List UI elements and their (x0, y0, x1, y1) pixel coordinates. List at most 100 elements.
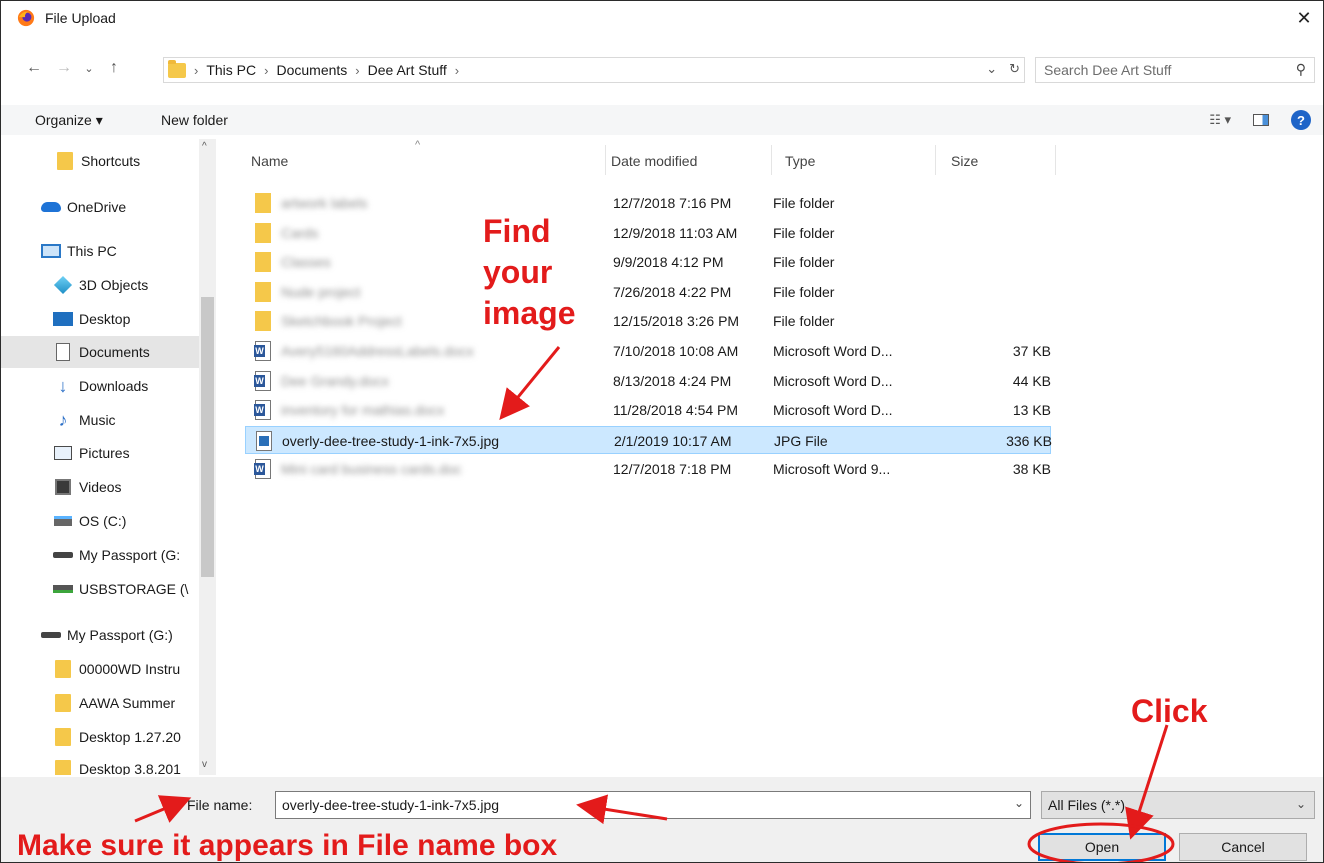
date-modified-cell: 2/1/2019 10:17 AM (614, 432, 732, 449)
nav-item-folder[interactable]: AAWA Summer (1, 687, 199, 719)
nav-item-folder[interactable]: Desktop 1.27.20 (1, 721, 199, 753)
blurred-file-name: Classes (281, 254, 331, 271)
column-divider[interactable] (1055, 145, 1056, 175)
blurred-file-name: Sketchbook Project (281, 313, 402, 330)
annotation-make-sure: Make sure it appears in File name box (17, 829, 558, 862)
blurred-file-name: Mini card business cards.doc (281, 461, 462, 478)
view-options-icon[interactable]: ☷ ▾ (1209, 112, 1231, 128)
nav-item-videos[interactable]: Videos (1, 471, 199, 503)
nav-item-downloads[interactable]: ↓ Downloads (1, 370, 199, 402)
column-header-size[interactable]: Size (951, 153, 978, 169)
date-modified-cell: 7/10/2018 10:08 AM (613, 343, 739, 359)
close-icon[interactable]: ✕ (1291, 5, 1317, 31)
title-bar: File Upload ✕ (1, 1, 1323, 35)
file-name-cell: Mini card business cards.doc (281, 461, 462, 477)
scrollbar-thumb[interactable] (201, 297, 214, 577)
nav-item-folder[interactable]: 00000WD Instru (1, 653, 199, 685)
nav-item-usbstorage[interactable]: USBSTORAGE (\ (1, 573, 199, 605)
file-row[interactable]: Avery5160AddressLabels.docx 7/10/2018 10:… (245, 337, 1051, 365)
nav-item-onedrive[interactable]: OneDrive (1, 191, 199, 223)
folder-icon (255, 193, 271, 213)
breadcrumb-documents[interactable]: Documents (276, 62, 347, 78)
file-row[interactable]: Cards 12/9/2018 11:03 AM File folder (245, 219, 1051, 247)
address-bar[interactable]: › This PC › Documents › Dee Art Stuff › … (163, 57, 1025, 83)
column-header-type[interactable]: Type (785, 153, 815, 169)
help-icon[interactable]: ? (1291, 110, 1311, 130)
nav-item-this-pc[interactable]: This PC (1, 235, 199, 267)
chevron-down-icon[interactable]: v (202, 759, 207, 770)
videos-icon (53, 478, 73, 496)
blurred-file-name: inventory for mathias.docx (281, 402, 445, 419)
chevron-up-icon[interactable]: ^ (202, 141, 207, 152)
file-row[interactable]: Classes 9/9/2018 4:12 PM File folder (245, 248, 1051, 276)
file-name-field[interactable]: overly-dee-tree-study-1-ink-7x5.jpg ⌄ (275, 791, 1031, 819)
file-row[interactable]: Nude project 7/26/2018 4:22 PM File folder (245, 278, 1051, 306)
organize-button[interactable]: Organize ▾ (35, 112, 103, 129)
breadcrumb-dee-art-stuff[interactable]: Dee Art Stuff (368, 62, 447, 78)
nav-scrollbar[interactable]: ^ v (199, 139, 216, 775)
chevron-right-icon: › (194, 62, 199, 78)
word-document-icon (254, 370, 271, 391)
file-row[interactable]: artwork labels 12/7/2018 7:16 PM File fold… (245, 189, 1051, 217)
nav-item-shortcuts[interactable]: Shortcuts (1, 145, 199, 177)
nav-item-music[interactable]: ♪ Music (1, 404, 199, 436)
nav-item-pictures[interactable]: Pictures (1, 437, 199, 469)
nav-item-desktop[interactable]: Desktop (1, 303, 199, 335)
file-name-cell: Dee Grandy.docx (281, 373, 389, 389)
folder-icon (55, 152, 75, 170)
breadcrumb-this-pc[interactable]: This PC (206, 62, 256, 78)
refresh-icon[interactable]: ↻ (1009, 61, 1020, 77)
chevron-right-icon: › (264, 62, 269, 78)
annotation-find-your-image: Find your image (483, 213, 576, 331)
blurred-file-name: artwork labels (281, 195, 368, 211)
recent-locations-chevron-icon[interactable]: ⌄ (81, 57, 97, 79)
nav-item-my-passport-g[interactable]: My Passport (G:) (1, 619, 199, 651)
annotation-click: Click (1131, 693, 1208, 729)
nav-item-os-c[interactable]: OS (C:) (1, 505, 199, 537)
chevron-down-icon[interactable]: ⌄ (986, 61, 997, 77)
date-modified-cell: 11/28/2018 4:54 PM (613, 402, 739, 419)
file-type-select[interactable]: All Files (*.*) ⌄ (1041, 791, 1315, 819)
drive-icon (53, 546, 73, 564)
downloads-icon: ↓ (58, 375, 68, 396)
chevron-down-icon[interactable]: ⌄ (1014, 796, 1024, 810)
forward-arrow-icon[interactable]: → (53, 57, 75, 79)
preview-pane-icon[interactable] (1253, 114, 1269, 126)
file-type-cell: File folder (773, 195, 835, 211)
back-arrow-icon[interactable]: ← (23, 57, 45, 79)
file-row[interactable]: Dee Grandy.docx 8/13/2018 4:24 PM Microsof… (245, 367, 1051, 395)
chevron-down-icon[interactable]: ⌄ (1296, 797, 1306, 811)
sort-ascending-icon: ^ (415, 139, 421, 151)
nav-item-folder[interactable]: Desktop 3.8.201 (1, 753, 199, 775)
open-button[interactable]: Open (1038, 833, 1166, 861)
search-input[interactable]: Search Dee Art Stuff ⚲ (1035, 57, 1315, 83)
column-divider[interactable] (935, 145, 936, 175)
column-header-date[interactable]: Date modified (611, 153, 697, 169)
file-type-cell: File folder (773, 224, 835, 241)
column-divider[interactable] (771, 145, 772, 175)
file-row[interactable]: overly-dee-tree-study-1-ink-7x5.jpg 2/1/2… (245, 425, 1052, 454)
new-folder-button[interactable]: New folder (161, 112, 228, 128)
file-name-cell: overly-dee-tree-study-1-ink-7x5.jpg (282, 432, 500, 449)
file-type-cell: File folder (773, 254, 835, 271)
file-row[interactable]: inventory for mathias.docx 11/28/2018 4:5… (245, 396, 1051, 424)
nav-item-documents[interactable]: Documents (1, 336, 199, 368)
pictures-icon (53, 444, 73, 462)
file-list: ^ Name Date modified Type Size artwork l… (235, 139, 1315, 775)
file-name-cell: Nude project (281, 284, 360, 300)
search-placeholder: Search Dee Art Stuff (1044, 62, 1172, 78)
file-row[interactable]: Sketchbook Project 12/15/2018 3:26 PM File… (245, 307, 1051, 335)
file-row[interactable]: Mini card business cards.doc 12/7/2018 7:… (245, 455, 1051, 483)
search-icon[interactable]: ⚲ (1296, 61, 1306, 78)
usb-icon (53, 580, 73, 598)
cancel-button[interactable]: Cancel (1179, 833, 1307, 861)
column-header-name[interactable]: Name (251, 153, 288, 169)
nav-item-my-passport[interactable]: My Passport (G: (1, 539, 199, 571)
date-modified-cell: 12/7/2018 7:18 PM (613, 461, 732, 478)
os-drive-icon (53, 512, 73, 530)
up-arrow-icon[interactable]: ↑ (103, 57, 125, 79)
blurred-file-name: Dee Grandy.docx (281, 372, 389, 389)
column-divider[interactable] (605, 145, 606, 175)
nav-item-3d-objects[interactable]: 3D Objects (1, 269, 199, 301)
file-type-cell: Microsoft Word D... (773, 372, 893, 389)
